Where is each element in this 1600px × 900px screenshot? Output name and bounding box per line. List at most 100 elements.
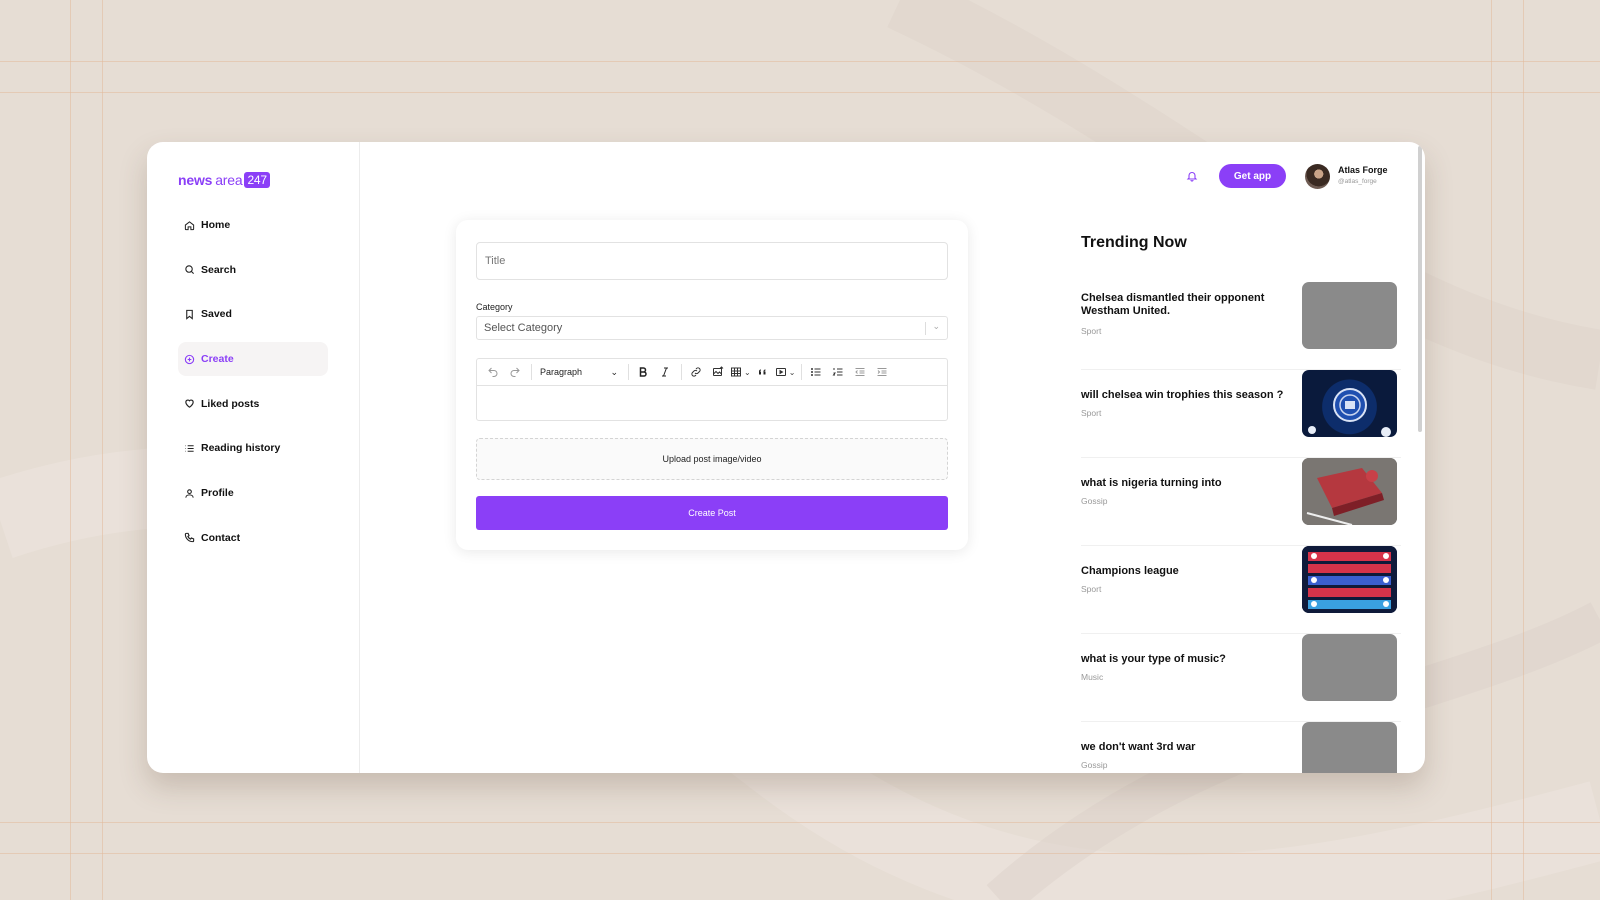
bell-icon[interactable] (1186, 170, 1198, 182)
guide-line (0, 61, 1600, 62)
upload-dropzone[interactable]: Upload post image/video (476, 438, 948, 480)
list-item[interactable]: will chelsea win trophies this season ? … (1081, 370, 1401, 458)
sidebar-item-saved[interactable]: Saved (178, 297, 328, 331)
sidebar-item-label: Liked posts (201, 397, 260, 410)
title-input[interactable] (476, 242, 948, 280)
toolbar-separator (801, 364, 803, 380)
trend-thumbnail (1302, 546, 1397, 613)
select-separator (925, 322, 926, 335)
home-icon (184, 220, 195, 230)
user-icon (185, 488, 194, 498)
league-table-photo-icon (1302, 546, 1397, 613)
undo-icon[interactable] (483, 362, 503, 382)
sidebar-item-label: Profile (201, 487, 234, 500)
outdent-icon[interactable] (850, 362, 870, 382)
sidebar-item-label: Saved (201, 308, 232, 321)
logo-word-news: news (178, 172, 213, 188)
sidebar-item-label: Home (201, 219, 231, 231)
avatar[interactable] (1305, 164, 1330, 189)
trend-thumbnail (1302, 370, 1397, 437)
trend-headline: Champions league (1081, 565, 1179, 577)
logo-badge: 247 (244, 172, 270, 188)
trending-title: Trending Now (1081, 234, 1187, 251)
user-name: Atlas Forge (1338, 165, 1388, 175)
guide-line (0, 853, 1600, 854)
scrollbar[interactable] (1418, 146, 1422, 432)
trend-category: Sport (1081, 408, 1102, 418)
sidebar-item-label: Search (201, 263, 237, 276)
trend-thumbnail (1302, 282, 1397, 349)
list-item[interactable]: Champions league Sport (1081, 546, 1401, 634)
toolbar-separator (681, 364, 682, 380)
create-post-card: Category Select Category ⌄ Paragraph ⌄ (456, 220, 968, 550)
sidebar-item-create[interactable]: Create (178, 342, 328, 377)
phone-icon (184, 533, 195, 543)
guide-line (0, 92, 1600, 93)
trend-headline: what is nigeria turning into (1081, 477, 1222, 489)
trend-category: Sport (1081, 584, 1102, 594)
create-post-button[interactable]: Create Post (476, 496, 948, 530)
media-embed-icon[interactable]: ⌄ (775, 362, 796, 382)
trend-headline: will chelsea win trophies this season ? (1081, 389, 1284, 401)
table-icon[interactable]: ⌄ (730, 362, 751, 382)
list-item[interactable]: what is your type of music? Music (1081, 634, 1401, 722)
rich-text-editor: Paragraph ⌄ ⌄ ⌄ (476, 358, 948, 421)
toolbar-separator (531, 364, 532, 380)
chevron-down-icon: ⌄ (610, 366, 618, 377)
plus-circle-icon (184, 354, 195, 364)
bookmark-icon (186, 309, 193, 320)
trending-list: Chelsea dismantled their opponent Westha… (1081, 282, 1401, 773)
chevron-down-icon: ⌄ (788, 367, 796, 377)
chelsea-crest-icon (1308, 388, 1391, 437)
trend-headline: we don't want 3rd war (1081, 741, 1196, 753)
trend-category: Gossip (1081, 496, 1108, 506)
image-upload-icon[interactable] (708, 362, 728, 382)
logo-word-area: area (215, 172, 243, 188)
trend-headline: what is your type of music? (1081, 653, 1226, 665)
chevron-down-icon: ⌄ (932, 321, 940, 331)
get-app-button[interactable]: Get app (1219, 164, 1286, 188)
list-item[interactable]: what is nigeria turning into Gossip (1081, 458, 1401, 546)
italic-icon[interactable] (655, 362, 675, 382)
guide-line (1491, 0, 1492, 900)
guide-line (70, 0, 71, 900)
block-format-dropdown[interactable]: Paragraph ⌄ (536, 362, 622, 382)
editor-toolbar: Paragraph ⌄ ⌄ ⌄ (477, 359, 947, 386)
list-item[interactable]: we don't want 3rd war Gossip (1081, 722, 1401, 773)
link-icon[interactable] (686, 362, 706, 382)
list-item[interactable]: Chelsea dismantled their opponent Westha… (1081, 282, 1401, 370)
quote-icon[interactable] (753, 362, 773, 382)
redo-icon[interactable] (505, 362, 525, 382)
list-icon (185, 445, 194, 452)
editor-content-area[interactable] (477, 386, 947, 421)
sidebar-item-label: Create (201, 353, 234, 366)
sidebar-item-label: Contact (201, 531, 241, 544)
sidebar-item-search[interactable]: Search (178, 253, 328, 287)
sidebar-item-reading-history[interactable]: Reading history (178, 431, 328, 465)
bulleted-list-icon[interactable] (806, 362, 826, 382)
trend-thumbnail (1302, 458, 1397, 525)
trend-category: Music (1081, 672, 1104, 682)
category-select[interactable]: Select Category ⌄ (476, 316, 948, 340)
toolbar-separator (628, 364, 629, 380)
logo[interactable]: news area 247 (178, 172, 270, 188)
chevron-down-icon: ⌄ (744, 367, 751, 377)
sidebar-item-contact[interactable]: Contact (178, 521, 328, 555)
guide-line (102, 0, 103, 900)
category-label: Category (476, 302, 513, 312)
sidebar-item-liked-posts[interactable]: Liked posts (178, 387, 328, 421)
guide-line (1523, 0, 1524, 900)
trend-thumbnail (1302, 722, 1397, 773)
block-format-value: Paragraph (540, 367, 583, 377)
indent-icon[interactable] (872, 362, 892, 382)
guide-line (0, 822, 1600, 823)
numbered-list-icon[interactable] (828, 362, 848, 382)
sidebar-item-label: Reading history (201, 442, 281, 455)
heart-icon (185, 399, 194, 409)
trend-category: Gossip (1081, 760, 1108, 770)
bold-icon[interactable] (633, 362, 653, 382)
trend-headline: Chelsea dismantled their opponent Westha… (1081, 292, 1265, 317)
sidebar-item-home[interactable]: Home (178, 208, 328, 242)
sidebar: news area 247 Home Search Saved Create L… (147, 142, 360, 773)
sidebar-item-profile[interactable]: Profile (178, 476, 328, 510)
